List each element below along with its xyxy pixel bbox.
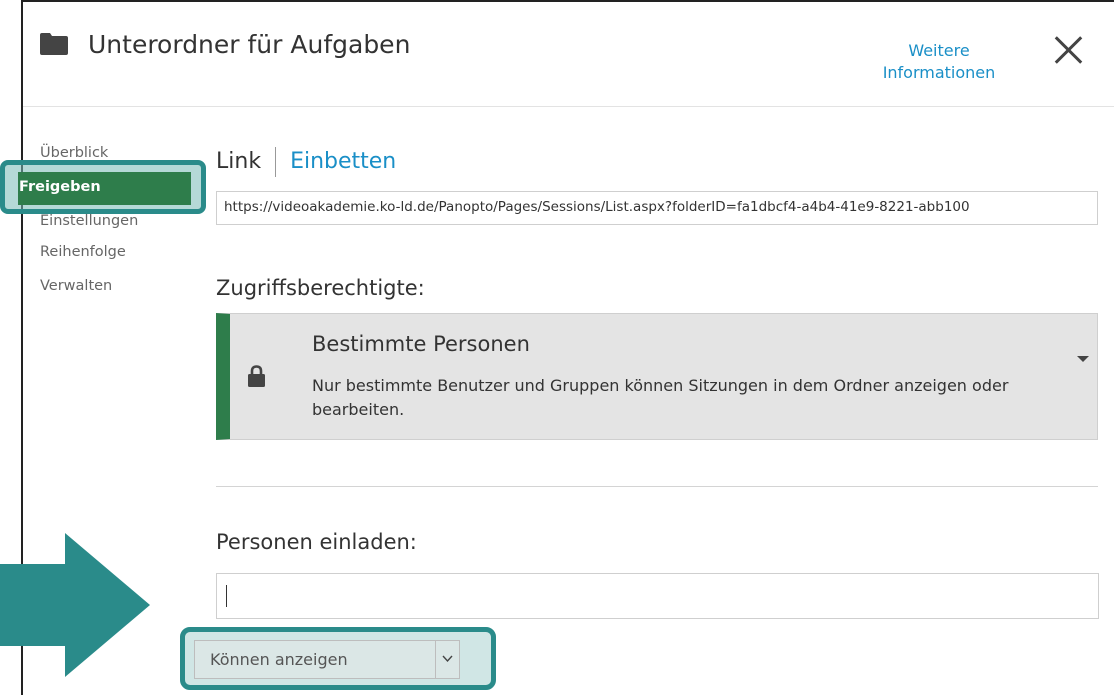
caret-down-icon xyxy=(1077,356,1089,362)
more-info-line1: Weitere xyxy=(908,41,970,60)
invite-label: Personen einladen: xyxy=(216,530,417,554)
tab-link[interactable]: Link xyxy=(216,149,261,174)
access-label: Zugriffsberechtigte: xyxy=(216,276,425,300)
tab-separator xyxy=(275,147,277,177)
chevron-down-icon xyxy=(435,641,459,678)
sidebar-item-verwalten[interactable]: Verwalten xyxy=(40,278,112,294)
permission-select[interactable]: Können anzeigen xyxy=(194,640,460,679)
access-description: Nur bestimmte Benutzer und Gruppen könne… xyxy=(312,376,1009,419)
more-info-line2: Informationen xyxy=(882,63,996,82)
lock-icon xyxy=(248,365,265,387)
permission-select-value: Können anzeigen xyxy=(210,650,348,669)
sidebar-item-reihenfolge[interactable]: Reihenfolge xyxy=(40,244,126,260)
access-title: Bestimmte Personen xyxy=(312,332,530,356)
sidebar-item-ueberblick[interactable]: Überblick xyxy=(40,145,108,161)
sidebar-item-freigeben-label: Freigeben xyxy=(19,179,101,195)
tab-embed[interactable]: Einbetten xyxy=(290,149,396,174)
more-info-link[interactable]: Weitere Informationen xyxy=(849,40,1029,84)
invite-people-input[interactable] xyxy=(216,573,1099,619)
page-title: Unterordner für Aufgaben xyxy=(88,30,411,59)
share-tabs: Link Einbetten xyxy=(216,147,396,177)
access-dropdown[interactable]: Bestimmte Personen Nur bestimmte Benutze… xyxy=(216,313,1098,440)
folder-icon xyxy=(40,33,68,55)
highlight-freigeben: Freigeben xyxy=(0,160,206,214)
pointer-arrow-icon xyxy=(0,533,150,677)
sidebar-item-einstellungen[interactable]: Einstellungen xyxy=(40,213,138,229)
share-url-field[interactable]: https://videoakademie.ko-ld.de/Panopto/P… xyxy=(216,191,1098,225)
sidebar-item-freigeben[interactable]: Freigeben xyxy=(18,172,191,205)
close-icon[interactable] xyxy=(1053,35,1083,65)
text-cursor xyxy=(226,585,227,607)
dialog-header: Unterordner für Aufgaben Weitere Informa… xyxy=(23,2,1114,107)
divider xyxy=(216,486,1098,487)
